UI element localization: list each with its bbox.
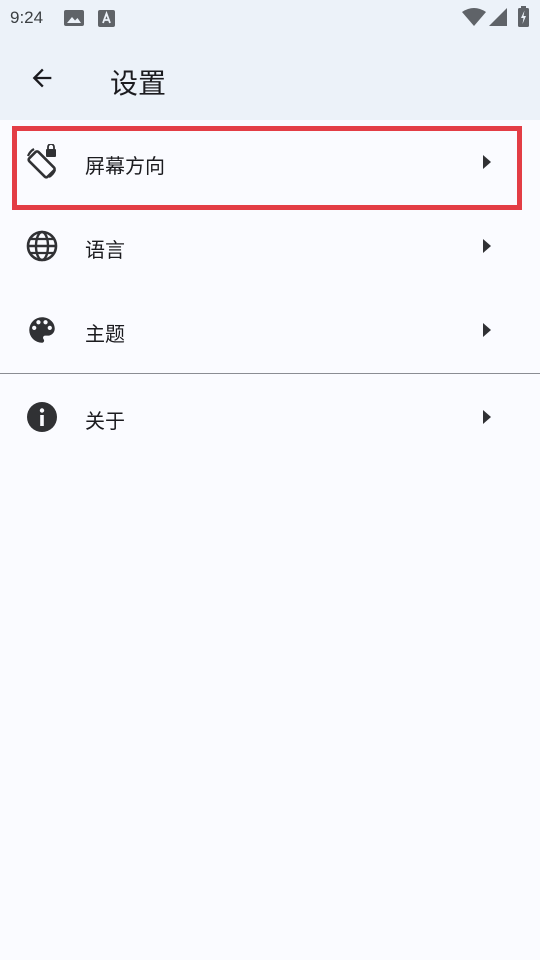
- info-icon: [24, 399, 60, 435]
- arrow-back-icon: [28, 64, 56, 96]
- battery-charging-icon: [518, 6, 529, 31]
- globe-icon: [24, 228, 60, 264]
- image-icon: [64, 10, 84, 30]
- app-bar: 设置: [0, 36, 540, 120]
- settings-item-label: 屏幕方向: [85, 154, 165, 178]
- screen-rotation-lock-icon: [24, 144, 60, 180]
- settings-item-label: 关于: [85, 409, 125, 433]
- settings-item-language[interactable]: 语言: [0, 204, 540, 288]
- signal-icon: [489, 8, 507, 30]
- divider: [0, 373, 540, 374]
- status-bar: 9:24: [0, 0, 540, 36]
- settings-item-label: 语言: [85, 238, 125, 262]
- settings-item-theme[interactable]: 主题: [0, 288, 540, 372]
- status-time: 9:24: [10, 8, 44, 27]
- chevron-right-icon: [480, 320, 494, 340]
- back-button[interactable]: [18, 56, 66, 104]
- palette-icon: [24, 312, 60, 348]
- page-title: 设置: [110, 67, 167, 100]
- chevron-right-icon: [480, 236, 494, 256]
- settings-item-about[interactable]: 关于: [0, 375, 540, 459]
- text-a-icon: [98, 10, 115, 31]
- settings-list: 屏幕方向 语言 主题 关于: [0, 120, 540, 459]
- settings-item-label: 主题: [85, 322, 125, 346]
- chevron-right-icon: [480, 407, 494, 427]
- wifi-icon: [462, 8, 486, 30]
- chevron-right-icon: [480, 152, 494, 172]
- settings-item-screen-orientation[interactable]: 屏幕方向: [0, 120, 540, 210]
